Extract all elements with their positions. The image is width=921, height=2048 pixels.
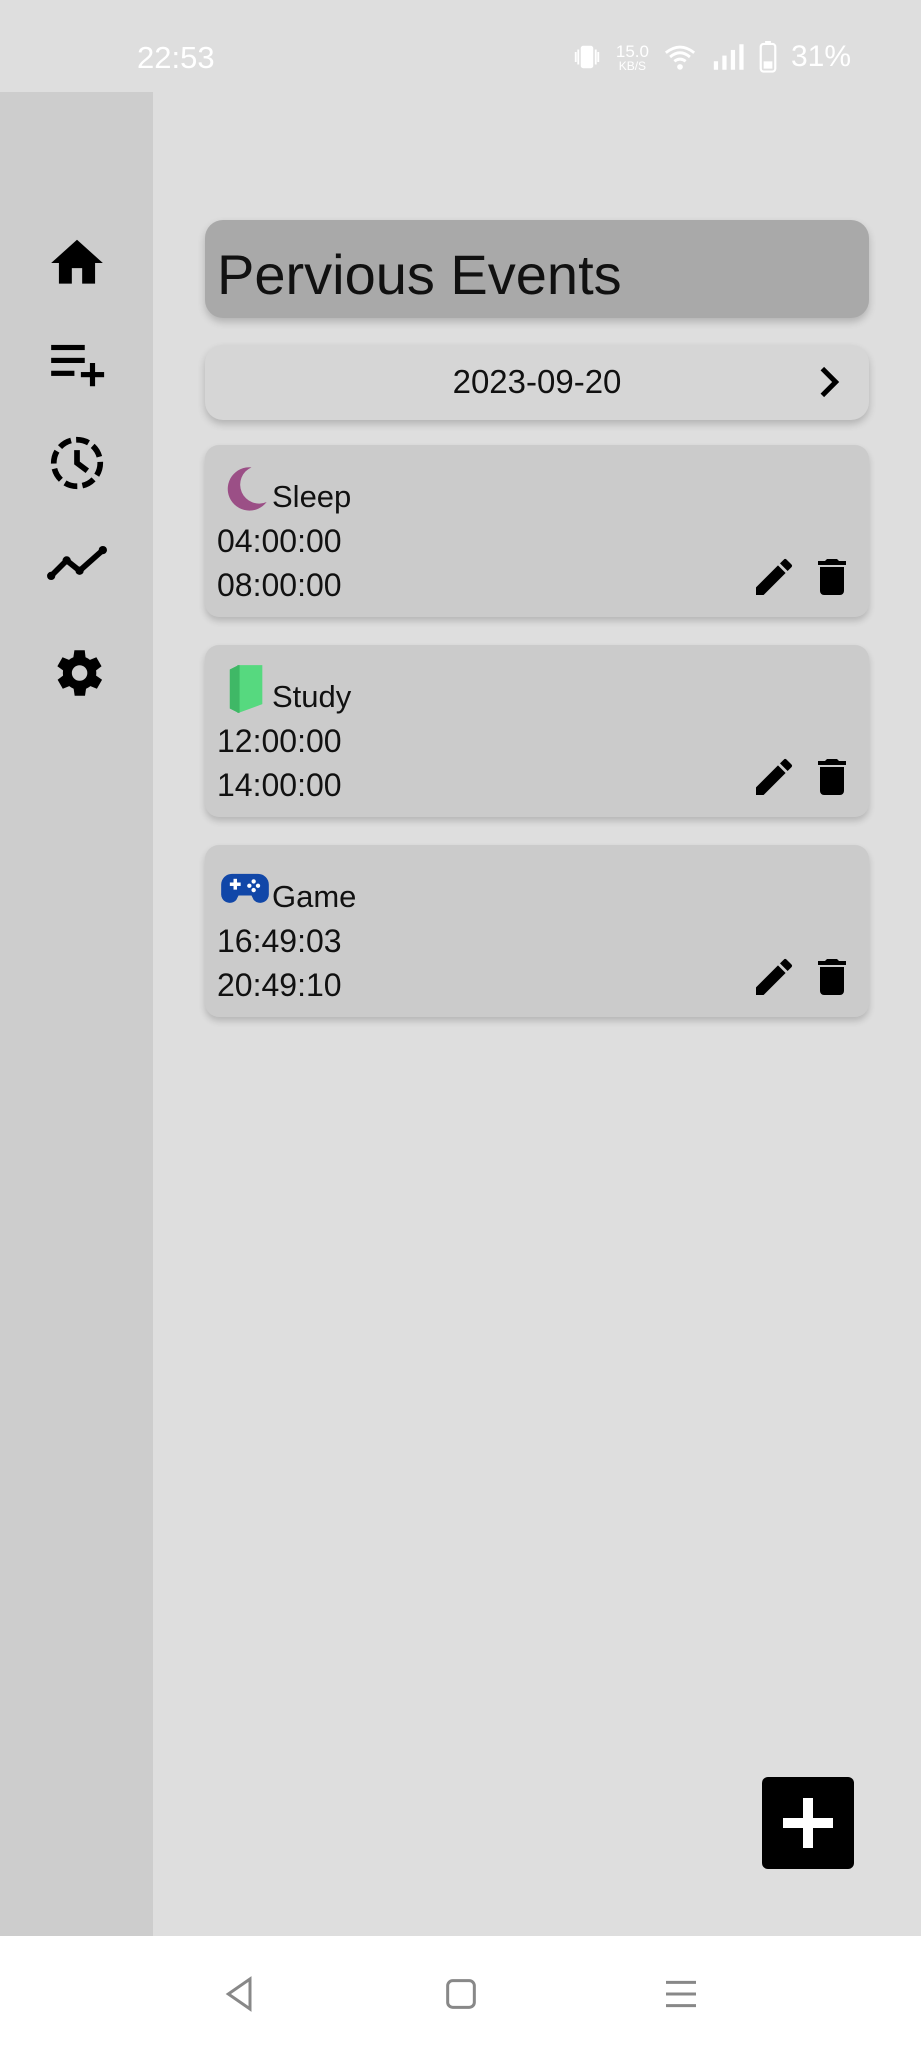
event-name: Sleep [272, 479, 352, 514]
event-end-time: 20:49:10 [217, 967, 342, 1003]
trend-line-icon[interactable] [46, 532, 108, 594]
system-nav-bar [0, 1936, 921, 2048]
event-card: Game 16:49:03 20:49:10 [205, 845, 869, 1017]
event-card: Study 12:00:00 14:00:00 [205, 645, 869, 817]
event-start-time: 12:00:00 [217, 723, 342, 759]
vibrate-icon [574, 45, 600, 69]
plus-icon [783, 1798, 833, 1848]
moon-icon [227, 467, 267, 511]
add-event-button[interactable] [762, 1777, 854, 1869]
home-icon[interactable] [46, 232, 108, 294]
trash-icon[interactable] [808, 753, 856, 801]
battery-icon [759, 41, 777, 73]
event-name: Game [272, 879, 357, 914]
pencil-icon[interactable] [750, 553, 798, 601]
trash-icon[interactable] [808, 953, 856, 1001]
net-speed: 15.0 KB/S [615, 41, 649, 73]
history-icon[interactable] [46, 432, 108, 494]
signal-icon [713, 44, 744, 70]
current-date: 2023-09-20 [452, 363, 622, 400]
date-navigator: 2023-09-20 [205, 345, 869, 420]
home-square-icon[interactable] [441, 1974, 481, 2014]
book-icon [229, 665, 263, 713]
status-time: 22:53 [137, 40, 215, 75]
event-end-time: 08:00:00 [217, 567, 342, 603]
event-end-time: 14:00:00 [217, 767, 342, 803]
gamepad-icon [221, 873, 269, 903]
wifi-icon [664, 45, 696, 70]
pencil-icon[interactable] [750, 753, 798, 801]
trash-icon[interactable] [808, 553, 856, 601]
playlist-add-icon[interactable] [46, 332, 108, 394]
menu-icon[interactable] [661, 1974, 701, 2014]
event-card: Sleep 04:00:00 08:00:00 [205, 445, 869, 617]
gear-icon[interactable] [46, 642, 108, 704]
battery-percent: 31% [790, 40, 851, 73]
page-title: Pervious Events [217, 243, 622, 306]
page-header: Pervious Events [205, 220, 869, 318]
back-icon[interactable] [220, 1974, 260, 2014]
event-name: Study [272, 679, 352, 714]
status-icons: 15.0 KB/S 31% [572, 40, 851, 74]
event-start-time: 16:49:03 [217, 923, 342, 959]
status-bar: 22:53 15.0 KB/S 31% [0, 0, 921, 92]
pencil-icon[interactable] [750, 953, 798, 1001]
chevron-right-icon[interactable] [809, 362, 849, 402]
event-start-time: 04:00:00 [217, 523, 342, 559]
sidebar [0, 92, 153, 1936]
